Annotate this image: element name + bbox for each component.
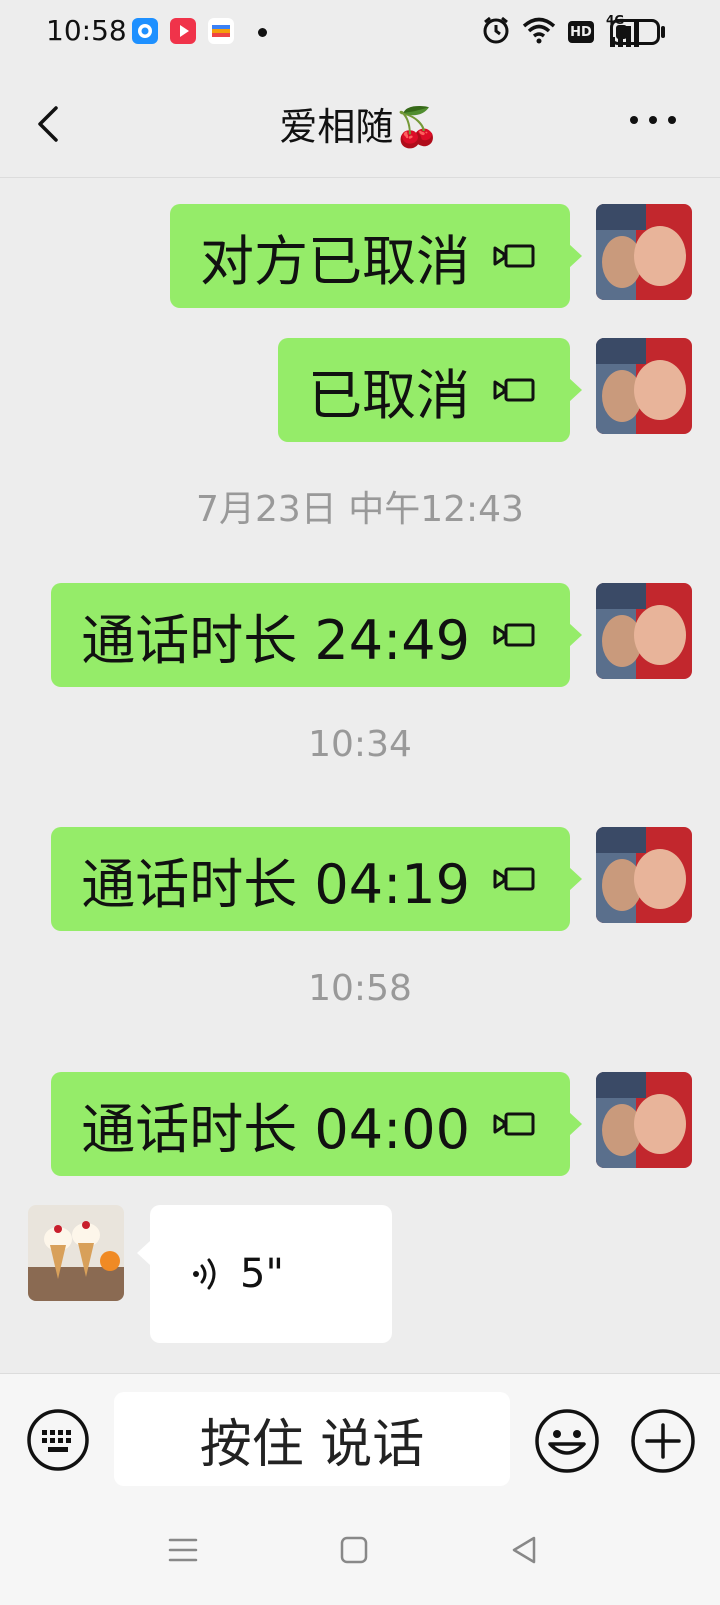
battery-fill xyxy=(616,25,627,39)
message-timestamp: 10:58 xyxy=(308,968,412,1009)
my-avatar[interactable] xyxy=(596,338,692,434)
voice-duration: 5" xyxy=(240,1251,284,1297)
home-nav-icon[interactable] xyxy=(337,1533,371,1567)
browser-icon xyxy=(132,18,158,44)
status-time: 10:58 xyxy=(46,14,127,47)
input-bar: 按住 说话 xyxy=(0,1373,720,1503)
more-functions-plus-icon[interactable] xyxy=(630,1408,696,1474)
video-camera-icon xyxy=(493,867,535,891)
video-call-message[interactable]: 通话时长 24:49 xyxy=(51,583,582,687)
video-call-message[interactable]: 已取消 xyxy=(278,338,582,442)
hold-to-talk-button[interactable]: 按住 说话 xyxy=(114,1392,510,1486)
voice-wave-icon xyxy=(193,1258,216,1290)
my-avatar[interactable] xyxy=(596,1072,692,1168)
message-timestamp: 10:34 xyxy=(308,724,412,765)
alarm-icon xyxy=(482,15,510,49)
video-call-message[interactable]: 对方已取消 xyxy=(170,204,582,308)
wallet-app-icon xyxy=(208,18,234,44)
message-text: 已取消 xyxy=(308,363,470,427)
keyboard-toggle-icon[interactable] xyxy=(26,1408,90,1472)
message-text: 通话时长 04:19 xyxy=(81,852,470,916)
message-text: 通话时长 24:49 xyxy=(81,608,470,672)
video-camera-icon xyxy=(493,378,535,402)
my-avatar[interactable] xyxy=(596,204,692,300)
chat-header: 爱相随🍒 xyxy=(0,64,720,178)
menu-nav-icon[interactable] xyxy=(166,1533,200,1567)
video-camera-icon xyxy=(493,623,535,647)
video-camera-icon xyxy=(493,244,535,268)
message-text: 对方已取消 xyxy=(200,229,470,293)
more-options-icon[interactable] xyxy=(630,116,676,128)
back-nav-icon[interactable] xyxy=(508,1533,542,1567)
chat-title: 爱相随🍒 xyxy=(279,105,441,149)
notification-dot xyxy=(258,28,267,37)
battery-icon xyxy=(610,19,660,45)
system-navigation-bar xyxy=(0,1503,720,1605)
message-list[interactable]: 对方已取消 已取消 7月23日 中午12:43 通话时长 24:49 10:34… xyxy=(0,178,720,1373)
message-timestamp: 7月23日 中午12:43 xyxy=(196,489,524,530)
video-camera-icon xyxy=(493,1112,535,1136)
status-bar: 10:58 HD 4G xyxy=(0,0,720,64)
emoji-icon[interactable] xyxy=(534,1408,600,1474)
contact-avatar[interactable] xyxy=(28,1205,124,1301)
voice-message[interactable]: 5" xyxy=(137,1205,392,1343)
my-avatar[interactable] xyxy=(596,827,692,923)
video-app-icon xyxy=(170,18,196,44)
video-call-message[interactable]: 通话时长 04:19 xyxy=(51,827,582,931)
wifi-icon xyxy=(522,16,556,48)
battery-cap xyxy=(661,26,665,38)
video-call-message[interactable]: 通话时长 04:00 xyxy=(51,1072,582,1176)
message-text: 通话时长 04:00 xyxy=(81,1097,470,1161)
my-avatar[interactable] xyxy=(596,583,692,679)
hd-icon: HD xyxy=(568,21,594,43)
